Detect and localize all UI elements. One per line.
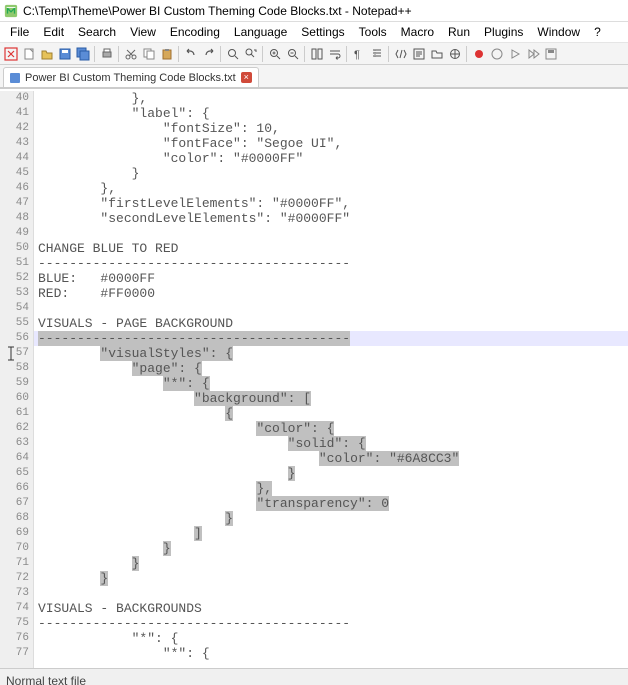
code-line[interactable]: "fontFace": "Segoe UI", (34, 136, 628, 151)
function-list-button[interactable] (410, 45, 427, 62)
menu-item-window[interactable]: Window (531, 24, 586, 40)
find-button[interactable] (224, 45, 241, 62)
code-line[interactable]: VISUALS - PAGE BACKGROUND (34, 316, 628, 331)
menu-item-settings[interactable]: Settings (295, 24, 350, 40)
code-line[interactable]: }, (34, 91, 628, 106)
file-saved-icon (10, 73, 20, 83)
sync-scroll-button[interactable] (308, 45, 325, 62)
code-line[interactable]: "fontSize": 10, (34, 121, 628, 136)
menu-item-language[interactable]: Language (228, 24, 293, 40)
statusbar: Normal text file (0, 668, 628, 685)
code-line[interactable]: "*": { (34, 376, 628, 391)
new-file-button[interactable] (20, 45, 37, 62)
menu-item-run[interactable]: Run (442, 24, 476, 40)
macro-play-button[interactable] (506, 45, 523, 62)
status-file-type: Normal text file (6, 674, 86, 685)
menubar: FileEditSearchViewEncodingLanguageSettin… (0, 22, 628, 42)
code-line[interactable]: "firstLevelElements": "#0000FF", (34, 196, 628, 211)
language-format-button[interactable] (392, 45, 409, 62)
menu-item-search[interactable]: Search (72, 24, 122, 40)
code-line[interactable]: ---------------------------------------- (34, 331, 628, 346)
svg-text:¶: ¶ (354, 49, 360, 61)
editor[interactable]: 4041424344454647484950515253545556575859… (0, 88, 628, 668)
code-line[interactable]: ---------------------------------------- (34, 616, 628, 631)
code-line[interactable] (34, 586, 628, 601)
code-line[interactable]: "color": { (34, 421, 628, 436)
show-all-chars-button[interactable]: ¶ (350, 45, 367, 62)
paste-button[interactable] (158, 45, 175, 62)
code-line[interactable]: } (34, 571, 628, 586)
word-wrap-button[interactable] (326, 45, 343, 62)
undo-button[interactable] (182, 45, 199, 62)
code-line[interactable]: }, (34, 181, 628, 196)
code-line[interactable]: "background": [ (34, 391, 628, 406)
code-line[interactable]: ] (34, 526, 628, 541)
app-icon (4, 4, 18, 18)
menu-item-[interactable]: ? (588, 24, 607, 40)
macro-multi-play-button[interactable] (524, 45, 541, 62)
code-line[interactable]: "transparency": 0 (34, 496, 628, 511)
print-button[interactable] (98, 45, 115, 62)
close-file-button[interactable] (2, 45, 19, 62)
doc-map-button[interactable] (446, 45, 463, 62)
line-number-gutter: 4041424344454647484950515253545556575859… (0, 91, 34, 668)
code-line[interactable]: "visualStyles": { (34, 346, 628, 361)
code-line[interactable] (34, 226, 628, 241)
menu-item-plugins[interactable]: Plugins (478, 24, 529, 40)
indent-guide-button[interactable] (368, 45, 385, 62)
macro-record-button[interactable] (470, 45, 487, 62)
folder-view-button[interactable] (428, 45, 445, 62)
code-line[interactable]: }, (34, 481, 628, 496)
tabbar: Power BI Custom Theming Code Blocks.txt … (0, 65, 628, 88)
macro-stop-button[interactable] (488, 45, 505, 62)
save-button[interactable] (56, 45, 73, 62)
document-tab[interactable]: Power BI Custom Theming Code Blocks.txt … (3, 67, 259, 87)
window-title: C:\Temp\Theme\Power BI Custom Theming Co… (23, 4, 412, 18)
menu-item-macro[interactable]: Macro (395, 24, 440, 40)
code-line[interactable]: "*": { (34, 646, 628, 661)
code-line[interactable]: VISUALS - BACKGROUNDS (34, 601, 628, 616)
toolbar: ¶ (0, 42, 628, 65)
text-caret-icon (6, 346, 16, 361)
menu-item-tools[interactable]: Tools (353, 24, 393, 40)
code-line[interactable]: } (34, 166, 628, 181)
titlebar: C:\Temp\Theme\Power BI Custom Theming Co… (0, 0, 628, 22)
menu-item-encoding[interactable]: Encoding (164, 24, 226, 40)
code-line[interactable]: ---------------------------------------- (34, 256, 628, 271)
copy-button[interactable] (140, 45, 157, 62)
code-line[interactable]: } (34, 511, 628, 526)
cut-button[interactable] (122, 45, 139, 62)
code-line[interactable]: "color": "#0000FF" (34, 151, 628, 166)
zoom-out-button[interactable] (284, 45, 301, 62)
menu-item-file[interactable]: File (4, 24, 35, 40)
code-line[interactable]: } (34, 556, 628, 571)
tab-label: Power BI Custom Theming Code Blocks.txt (25, 72, 236, 84)
code-line[interactable]: "secondLevelElements": "#0000FF" (34, 211, 628, 226)
code-line[interactable]: "solid": { (34, 436, 628, 451)
code-line[interactable]: } (34, 466, 628, 481)
code-line[interactable]: { (34, 406, 628, 421)
code-line[interactable]: "page": { (34, 361, 628, 376)
replace-button[interactable] (242, 45, 259, 62)
redo-button[interactable] (200, 45, 217, 62)
tab-close-button[interactable]: × (241, 72, 252, 83)
code-line[interactable]: "label": { (34, 106, 628, 121)
code-line[interactable]: RED: #FF0000 (34, 286, 628, 301)
menu-item-edit[interactable]: Edit (37, 24, 70, 40)
text-area[interactable]: }, "label": { "fontSize": 10, "fontFace"… (34, 91, 628, 661)
code-line[interactable] (34, 301, 628, 316)
save-all-button[interactable] (74, 45, 91, 62)
open-file-button[interactable] (38, 45, 55, 62)
menu-item-view[interactable]: View (124, 24, 162, 40)
code-line[interactable]: CHANGE BLUE TO RED (34, 241, 628, 256)
code-line[interactable]: BLUE: #0000FF (34, 271, 628, 286)
zoom-in-button[interactable] (266, 45, 283, 62)
code-line[interactable]: "color": "#6A8CC3" (34, 451, 628, 466)
macro-save-button[interactable] (542, 45, 559, 62)
code-line[interactable]: "*": { (34, 631, 628, 646)
code-line[interactable]: } (34, 541, 628, 556)
